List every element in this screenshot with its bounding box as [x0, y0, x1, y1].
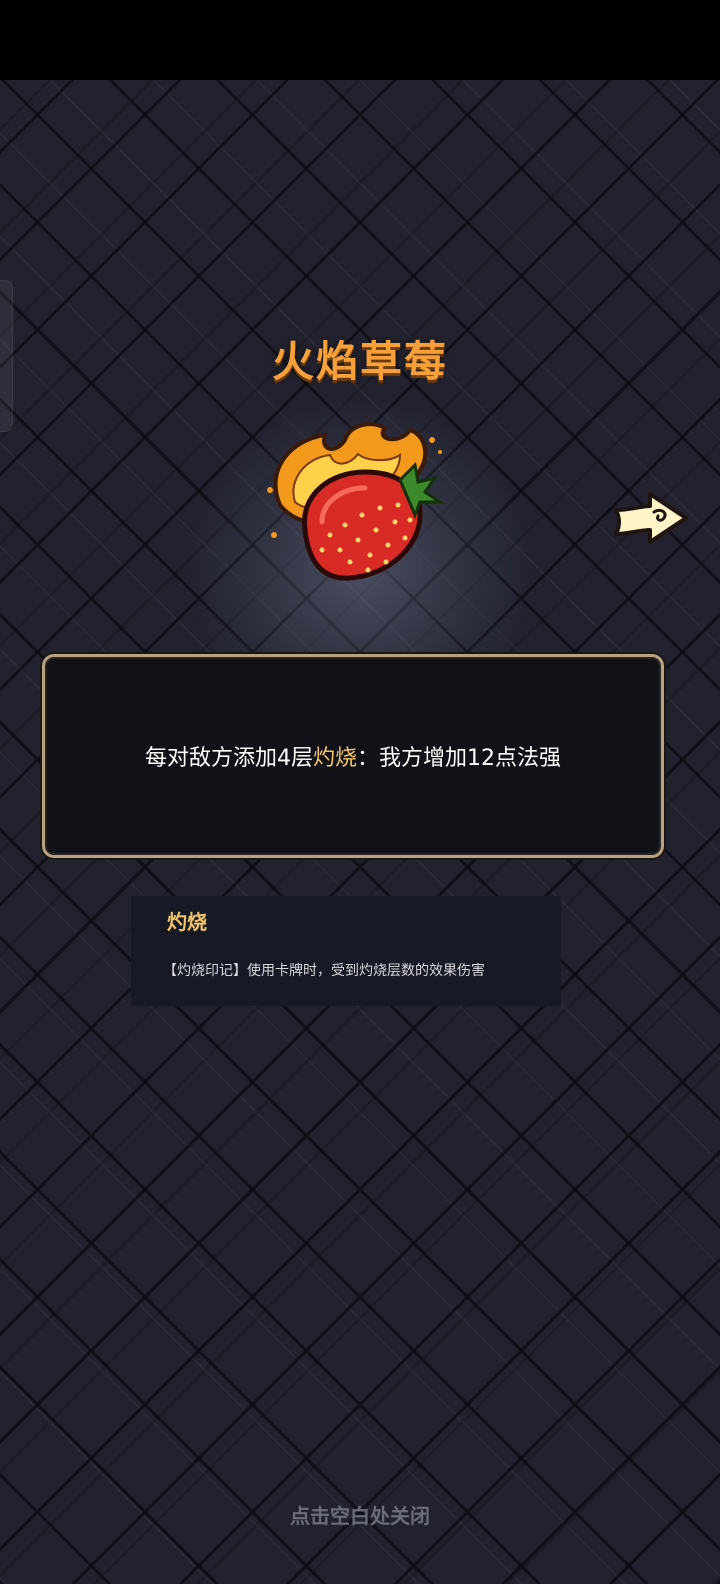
- flame-strawberry-icon: [267, 422, 445, 581]
- tooltip-description: 【灼烧印记】使用卡牌时，受到灼烧层数的效果伤害: [163, 963, 485, 979]
- description-keyword[interactable]: 灼烧: [313, 746, 357, 771]
- description-suffix: ：我方增加12点法强: [357, 746, 561, 771]
- tooltip-title: 灼烧: [167, 910, 207, 934]
- item-title: 火焰草莓: [271, 337, 448, 386]
- item-description-panel: 每对敌方添加4层灼烧：我方增加12点法强: [42, 654, 664, 858]
- status-bar: [0, 0, 720, 80]
- item-description: 每对敌方添加4层灼烧：我方增加12点法强: [145, 740, 561, 772]
- right-arrow-icon[interactable]: [610, 490, 690, 546]
- close-hint[interactable]: 点击空白处关闭: [0, 1500, 720, 1529]
- description-prefix: 每对敌方添加4层: [144, 746, 313, 771]
- keyword-tooltip: 灼烧 【灼烧印记】使用卡牌时，受到灼烧层数的效果伤害: [131, 896, 561, 1006]
